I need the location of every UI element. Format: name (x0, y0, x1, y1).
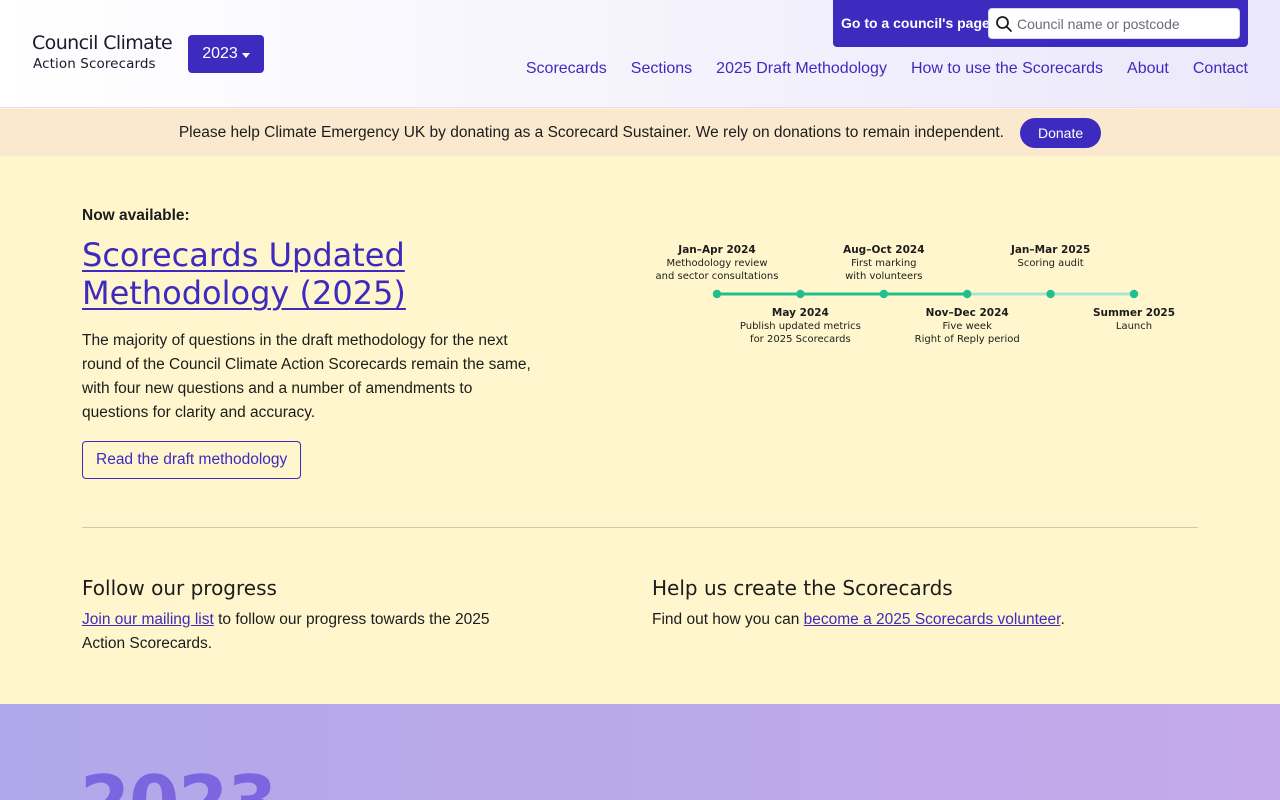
logo-title: Council Climate (32, 32, 173, 54)
follow-progress-text: Join our mailing list to follow our prog… (82, 608, 522, 656)
timeline-milestone-description: for 2025 Scorecards (750, 334, 851, 345)
hero-title-link[interactable]: Scorecards Updated Methodology (2025) (82, 236, 512, 312)
donate-button[interactable]: Donate (1019, 117, 1102, 148)
nav-sections[interactable]: Sections (631, 60, 692, 78)
site-header: Council Climate Action Scorecards 2023 G… (0, 0, 1280, 108)
timeline-milestone-description: Five week (943, 321, 993, 332)
nav-about[interactable]: About (1127, 60, 1169, 78)
search-icon (996, 16, 1012, 32)
timeline-milestone-date: Summer 2025 (1093, 307, 1175, 319)
volunteer-link[interactable]: become a 2025 Scorecards volunteer (804, 611, 1061, 628)
donation-banner-text: Please help Climate Emergency UK by dona… (178, 123, 1004, 141)
council-search: Go to a council's page (833, 0, 1248, 47)
timeline-milestone-dot (879, 289, 888, 299)
timeline-milestone-description: Launch (1116, 321, 1152, 332)
year-dropdown-label: 2023 (202, 45, 238, 62)
council-search-field[interactable] (988, 8, 1240, 39)
council-search-input[interactable] (1017, 9, 1237, 38)
timeline-milestone-date: May 2024 (772, 307, 829, 319)
timeline-milestone-date: Aug–Oct 2024 (843, 244, 924, 256)
timeline-milestone-date: Jan–Mar 2025 (1010, 244, 1090, 256)
site-logo[interactable]: Council Climate Action Scorecards (32, 32, 173, 74)
logo-subtitle: Action Scorecards (33, 56, 156, 72)
timeline-milestone-dot (963, 289, 972, 299)
year-dropdown-button[interactable]: 2023 (188, 35, 264, 73)
timeline-milestone-description: Scoring audit (1017, 258, 1083, 269)
help-create-suffix: . (1060, 611, 1065, 628)
timeline-milestone-dot (712, 289, 722, 299)
timeline-milestone-dot (1046, 289, 1055, 299)
main-nav: Scorecards Sections 2025 Draft Methodolo… (526, 60, 1248, 78)
follow-progress-title: Follow our progress (82, 576, 277, 600)
section-year-heading: 2023 (80, 766, 277, 800)
hero-description: The majority of questions in the draft m… (82, 332, 531, 421)
donation-banner: Please help Climate Emergency UK by dona… (0, 109, 1280, 156)
methodology-timeline: Jan–Apr 2024 Methodology review and sector… (656, 244, 1176, 345)
timeline-milestone-description: First marking (851, 258, 916, 269)
methodology-hero: Now available: Scorecards Updated Method… (0, 156, 1280, 704)
nav-draft-methodology[interactable]: 2025 Draft Methodology (716, 60, 887, 78)
timeline-milestone-date: Nov–Dec 2024 (926, 307, 1009, 319)
help-create-text: Find out how you can become a 2025 Score… (652, 608, 1172, 632)
nav-how-to-use[interactable]: How to use the Scorecards (911, 60, 1103, 78)
caret-down-icon (241, 52, 250, 58)
section-divider (82, 527, 1198, 528)
read-methodology-button[interactable]: Read the draft methodology (82, 441, 302, 479)
timeline-milestone-description: Methodology review (666, 258, 767, 269)
timeline-milestone-date: Jan–Apr 2024 (677, 244, 755, 256)
timeline-milestone-description: Right of Reply period (915, 334, 1020, 345)
hero-eyebrow: Now available: (82, 207, 190, 224)
help-create-title: Help us create the Scorecards (652, 576, 953, 600)
council-search-label: Go to a council's page (841, 15, 990, 31)
timeline-milestone-description: Publish updated metrics (740, 321, 861, 332)
nav-scorecards[interactable]: Scorecards (526, 60, 607, 78)
timeline-milestone-description: with volunteers (845, 271, 922, 282)
mailing-list-link[interactable]: Join our mailing list (82, 611, 214, 628)
scorecards-2023-section: 2023 (0, 704, 1280, 800)
timeline-milestone-dot (796, 289, 805, 299)
nav-contact[interactable]: Contact (1193, 60, 1248, 78)
help-create-prefix: Find out how you can (652, 611, 804, 628)
timeline-milestone-dot (1129, 289, 1139, 299)
timeline-milestone-description: and sector consultations (656, 271, 779, 282)
